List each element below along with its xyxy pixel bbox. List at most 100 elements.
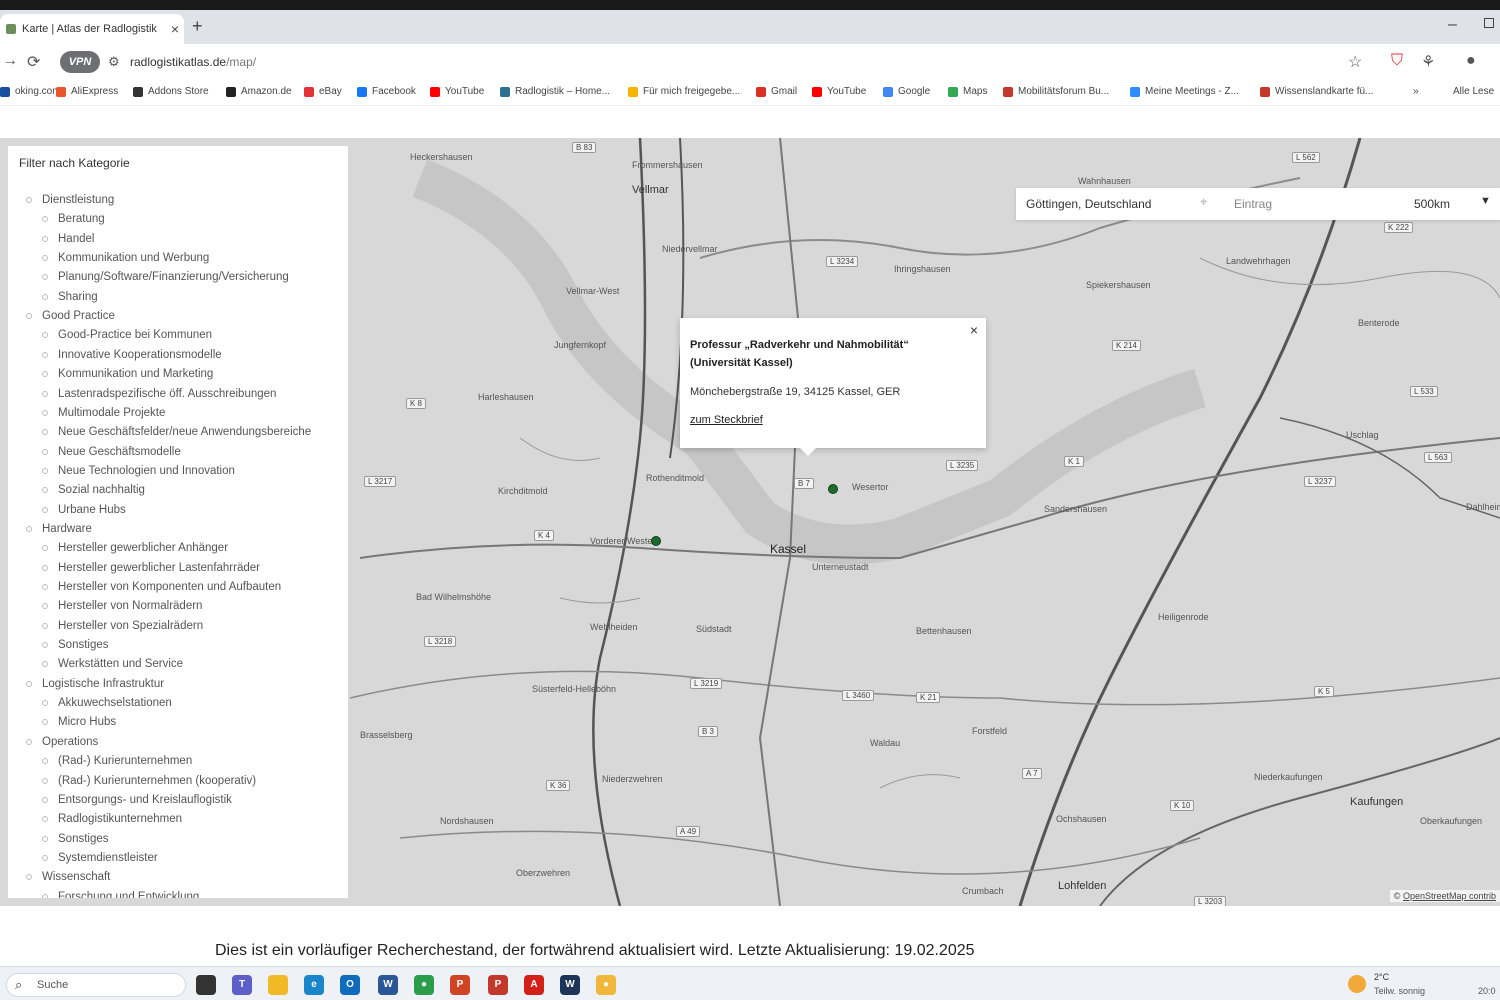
filter-subcategory[interactable]: Micro Hubs [42, 716, 116, 728]
filter-category[interactable]: Wissenschaft [26, 871, 110, 883]
filter-category[interactable]: Dienstleistung [26, 194, 114, 206]
filter-subcategory[interactable]: Sharing [42, 291, 98, 303]
filter-subcategory[interactable]: Urbane Hubs [42, 504, 126, 516]
filter-subcategory[interactable]: Neue Technologien und Innovation [42, 465, 235, 477]
filter-subcategory[interactable]: Hersteller von Normalrädern [42, 600, 202, 612]
word-icon[interactable]: W [378, 975, 398, 995]
map-label: Kirchditmold [498, 486, 548, 496]
taskbar-search[interactable]: ⌕ Suche [6, 973, 186, 997]
bookmark-item[interactable]: AliExpress [56, 86, 118, 97]
bookmark-item[interactable]: Amazon.de [226, 86, 292, 97]
outlook-icon[interactable]: O [340, 975, 360, 995]
bookmark-item[interactable]: Mobilitätsforum Bu... [1003, 86, 1109, 97]
map-view[interactable]: Heckershausen Frommershausen Vellmar Nie… [0, 138, 1500, 906]
weather-icon[interactable] [1348, 975, 1366, 993]
bookmark-item[interactable]: Alle Lese [1448, 86, 1494, 97]
site-info-icon[interactable]: ⚙ [108, 54, 120, 70]
edge-icon[interactable]: e [304, 975, 324, 995]
filter-subcategory[interactable]: Beratung [42, 213, 105, 225]
filter-subcategory[interactable]: Multimodale Projekte [42, 407, 165, 419]
filter-subcategory[interactable]: Radlogistikunternehmen [42, 813, 182, 825]
chrome-active-icon[interactable]: ● [596, 975, 616, 995]
powerpoint-icon[interactable]: P [450, 975, 470, 995]
filter-subcategory[interactable]: Hersteller gewerblicher Anhänger [42, 542, 228, 554]
vpn-badge[interactable]: VPN [60, 51, 100, 73]
filter-subcategory[interactable]: Akkuwechselstationen [42, 697, 172, 709]
filter-subcategory[interactable]: Systemdienstleister [42, 852, 158, 864]
bookmark-item[interactable]: Addons Store [133, 86, 209, 97]
filter-category[interactable]: Good Practice [26, 310, 115, 322]
bookmark-favicon-icon [500, 86, 510, 97]
popup-close-icon[interactable]: × [970, 322, 978, 338]
map-label: Sandershausen [1044, 504, 1108, 514]
tab-close-icon[interactable]: × [166, 21, 184, 37]
profile-icon[interactable]: ● [1466, 52, 1476, 70]
osm-attribution-link[interactable]: OpenStreetMap contrib [1403, 891, 1496, 901]
pdf-icon[interactable]: P [488, 975, 508, 995]
filter-subcategory[interactable]: Kommunikation und Werbung [42, 252, 209, 264]
filter-subcategory[interactable]: Sonstiges [42, 833, 109, 845]
filter-subcategory[interactable]: Forschung und Entwicklung [42, 891, 199, 898]
bookmark-item[interactable]: Google [883, 86, 930, 97]
filter-category[interactable]: Operations [26, 736, 98, 748]
bookmark-item[interactable]: Gmail [756, 86, 797, 97]
filter-subcategory[interactable]: Handel [42, 233, 94, 245]
filter-subcategory[interactable]: Hersteller von Komponenten und Aufbauten [42, 581, 281, 593]
entry-input[interactable]: Eintrag [1234, 197, 1272, 211]
filter-subcategory[interactable]: Sonstiges [42, 639, 109, 651]
bookmark-item[interactable]: eBay [304, 86, 342, 97]
window-maximize-button[interactable] [1484, 18, 1494, 28]
filter-label: Good-Practice bei Kommunen [58, 329, 213, 342]
filter-subcategory[interactable]: Sozial nachhaltig [42, 484, 145, 496]
extensions-icon[interactable]: ⚘ [1421, 52, 1435, 72]
filter-subcategory[interactable]: Neue Geschäftsmodelle [42, 446, 181, 458]
popup-profile-link[interactable]: zum Steckbrief [690, 414, 763, 426]
filter-subcategory[interactable]: Kommunikation und Marketing [42, 368, 213, 380]
forward-arrow-icon[interactable]: → [2, 52, 18, 70]
filter-category[interactable]: Hardware [26, 523, 92, 535]
filter-subcategory[interactable]: Werkstätten und Service [42, 658, 183, 670]
crosshair-icon[interactable]: ⌖ [1200, 194, 1207, 210]
chevron-down-icon[interactable]: ▼ [1480, 195, 1491, 207]
filter-subcategory[interactable]: (Rad-) Kurierunternehmen (kooperativ) [42, 775, 256, 787]
window-minimize-button[interactable]: – [1448, 16, 1457, 34]
task-view-icon[interactable] [196, 975, 216, 995]
bookmark-item[interactable]: Facebook [357, 86, 416, 97]
filter-subcategory[interactable]: Lastenradspezifische öff. Ausschreibunge… [42, 388, 276, 400]
map-marker[interactable] [828, 484, 838, 494]
bookmark-star-icon[interactable]: ☆ [1348, 52, 1362, 72]
new-tab-button[interactable]: + [192, 16, 203, 37]
filter-subcategory[interactable]: Good-Practice bei Kommunen [42, 329, 212, 341]
filter-subcategory[interactable]: Innovative Kooperationsmodelle [42, 349, 222, 361]
file-explorer-icon[interactable] [268, 975, 288, 995]
bookmark-item[interactable]: Meine Meetings - Z... [1130, 86, 1239, 97]
map-marker[interactable] [651, 536, 661, 546]
reload-icon[interactable]: ⟳ [27, 52, 40, 72]
bookmark-item[interactable]: Wissenslandkarte fü... [1260, 86, 1373, 97]
filter-subcategory[interactable]: Neue Geschäftsfelder/neue Anwendungsbere… [42, 426, 311, 438]
filter-subcategory[interactable]: Hersteller von Spezialrädern [42, 620, 203, 632]
url-field[interactable]: radlogistikatlas.de/map/ [130, 55, 256, 69]
shield-icon[interactable]: ⛉ [1391, 52, 1403, 70]
bookmark-item[interactable]: YouTube [430, 86, 484, 97]
filter-subcategory[interactable]: Hersteller gewerblicher Lastenfahrräder [42, 562, 260, 574]
road-badge: L 3203 [1194, 896, 1227, 906]
bookmark-item[interactable]: Radlogistik – Home... [500, 86, 610, 97]
chrome-icon[interactable]: ● [414, 975, 434, 995]
filter-subcategory[interactable]: (Rad-) Kurierunternehmen [42, 755, 192, 767]
filter-subcategory[interactable]: Planung/Software/Finanzierung/Versicheru… [42, 271, 289, 283]
teams-icon[interactable]: T [232, 975, 252, 995]
browser-tab-active[interactable]: Karte | Atlas der Radlogistik × [0, 14, 184, 44]
bookmark-item[interactable]: Für mich freigegebe... [628, 86, 740, 97]
radio-dot-icon [42, 854, 48, 861]
location-input[interactable]: Göttingen, Deutschland [1026, 197, 1151, 211]
radius-select[interactable]: 500km [1414, 197, 1450, 211]
app-icon[interactable]: W [560, 975, 580, 995]
bookmark-item[interactable]: YouTube [812, 86, 866, 97]
acrobat-icon[interactable]: A [524, 975, 544, 995]
filter-subcategory[interactable]: Entsorgungs- und Kreislauflogistik [42, 794, 232, 806]
bookmark-item[interactable]: oking.com [0, 86, 61, 97]
bookmark-item[interactable]: » [1408, 86, 1419, 97]
filter-category[interactable]: Logistische Infrastruktur [26, 678, 164, 690]
bookmark-item[interactable]: Maps [948, 86, 987, 97]
